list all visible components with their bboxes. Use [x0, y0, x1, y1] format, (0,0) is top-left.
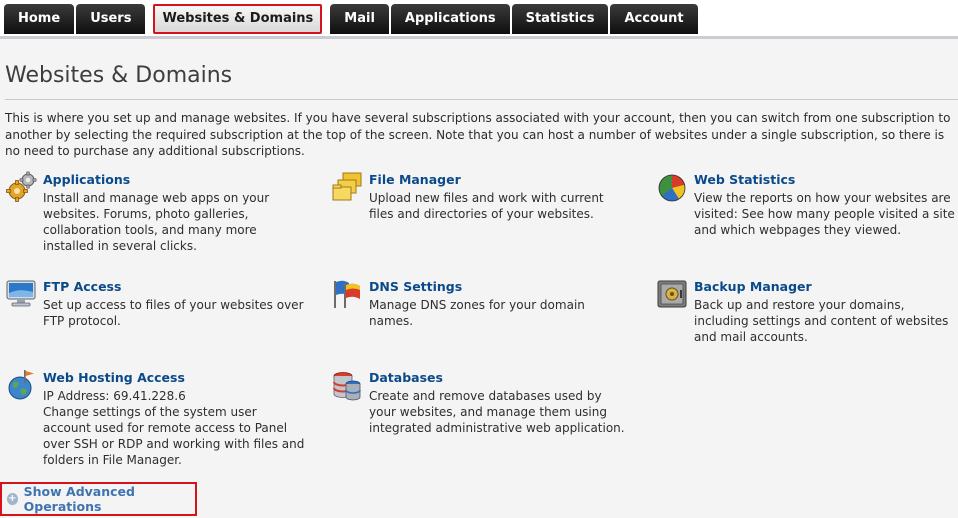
applications-link[interactable]: Applications: [43, 171, 305, 188]
tab-statistics[interactable]: Statistics: [511, 4, 609, 34]
tool-web-statistics-body: Web Statistics View the reports on how y…: [694, 171, 956, 238]
tool-applications-body: Applications Install and manage web apps…: [43, 171, 305, 254]
ftp-access-description: Set up access to files of your websites …: [43, 298, 304, 328]
globe-flag-icon[interactable]: [5, 369, 37, 401]
tool-dns-settings-body: DNS Settings Manage DNS zones for your d…: [369, 278, 631, 329]
tab-list: Home Users Websites & Domains Mail Appli…: [4, 4, 698, 34]
show-advanced-operations-label: Show Advanced Operations: [23, 484, 135, 514]
title-divider: [5, 99, 958, 100]
dns-settings-description: Manage DNS zones for your domain names.: [369, 298, 585, 328]
web-hosting-ip-address: IP Address: 69.41.228.6: [43, 389, 186, 403]
plus-circle-icon: +: [7, 493, 18, 505]
backup-manager-link[interactable]: Backup Manager: [694, 278, 956, 295]
tool-web-hosting-access-body: Web Hosting Access IP Address: 69.41.228…: [43, 369, 305, 468]
top-navigation: Home Users Websites & Domains Mail Appli…: [0, 0, 958, 39]
monitor-icon[interactable]: [5, 278, 37, 310]
folders-icon[interactable]: [331, 171, 363, 203]
tab-mail[interactable]: Mail: [330, 4, 389, 34]
tab-websites-domains[interactable]: Websites & Domains: [153, 4, 323, 34]
topbar-divider: [0, 36, 958, 39]
tool-file-manager-body: File Manager Upload new files and work w…: [369, 171, 631, 222]
tool-databases-body: Databases Create and remove databases us…: [369, 369, 631, 436]
safe-icon[interactable]: [656, 278, 688, 310]
web-hosting-access-link[interactable]: Web Hosting Access: [43, 369, 305, 386]
file-manager-description: Upload new files and work with current f…: [369, 191, 604, 221]
gears-icon[interactable]: [5, 171, 37, 203]
show-advanced-operations-button[interactable]: + Show Advanced Operations: [0, 482, 197, 516]
backup-manager-description: Back up and restore your domains, includ…: [694, 298, 949, 344]
tab-account[interactable]: Account: [610, 4, 698, 34]
pie-chart-icon[interactable]: [656, 171, 688, 203]
databases-description: Create and remove databases used by your…: [369, 389, 625, 435]
web-hosting-access-description: Change settings of the system user accou…: [43, 405, 305, 467]
tab-users[interactable]: Users: [76, 4, 146, 34]
tab-applications[interactable]: Applications: [390, 4, 510, 34]
file-manager-link[interactable]: File Manager: [369, 171, 631, 188]
tab-home[interactable]: Home: [4, 4, 75, 34]
web-statistics-link[interactable]: Web Statistics: [694, 171, 956, 188]
ftp-access-link[interactable]: FTP Access: [43, 278, 305, 295]
web-statistics-description: View the reports on how your websites ar…: [694, 191, 955, 237]
dns-settings-link[interactable]: DNS Settings: [369, 278, 631, 295]
page-intro: This is where you set up and manage webs…: [5, 111, 951, 158]
databases-link[interactable]: Databases: [369, 369, 631, 386]
page-title: Websites & Domains: [5, 63, 233, 88]
applications-description: Install and manage web apps on your webs…: [43, 191, 270, 253]
flags-icon[interactable]: [331, 278, 363, 310]
database-icon[interactable]: [331, 369, 363, 401]
tool-ftp-access-body: FTP Access Set up access to files of you…: [43, 278, 305, 329]
tool-backup-manager-body: Backup Manager Back up and restore your …: [694, 278, 956, 345]
